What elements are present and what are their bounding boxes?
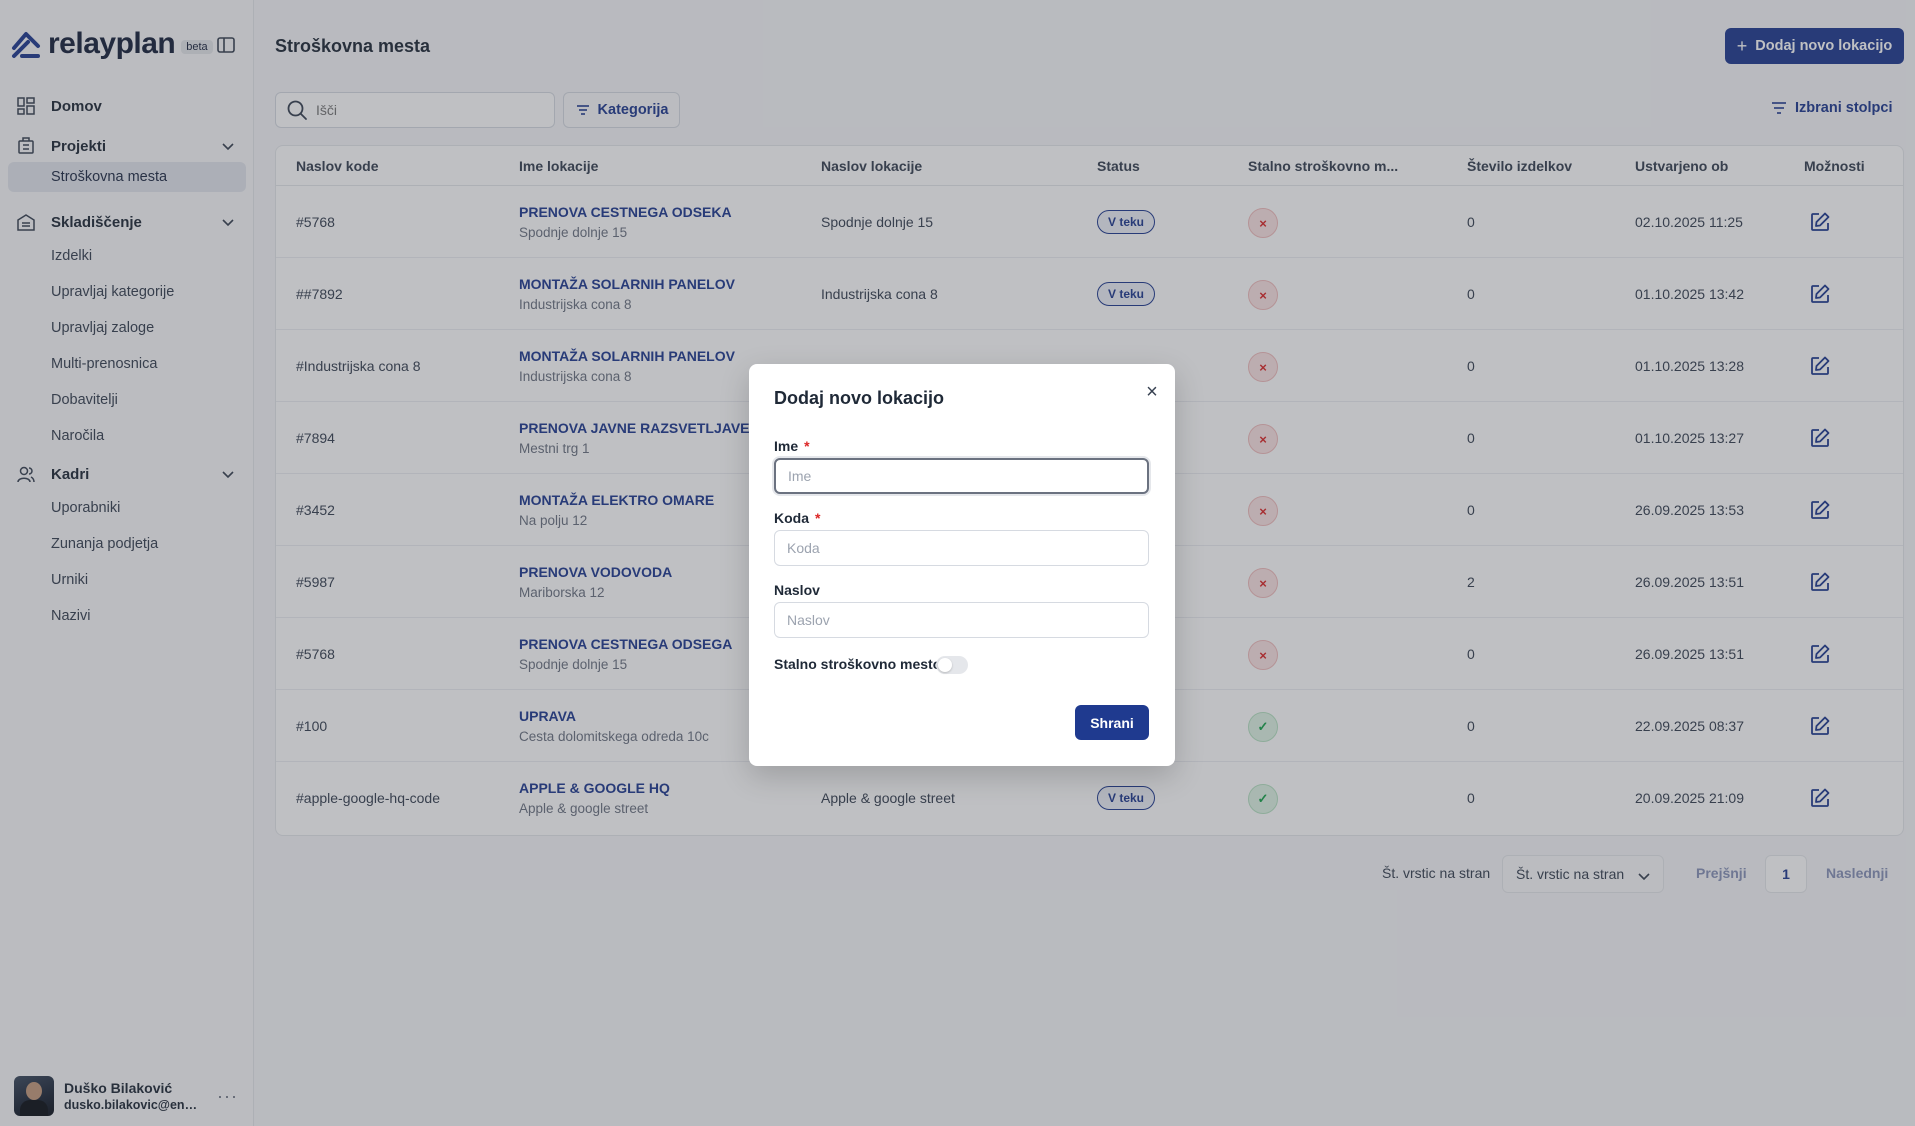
code-field[interactable] [774, 530, 1149, 566]
close-icon[interactable]: × [1142, 381, 1162, 403]
add-location-dialog: Dodaj novo lokacijo × Ime* Koda* Naslov … [749, 364, 1175, 766]
required-marker: * [815, 510, 821, 526]
address-field-label: Naslov [774, 582, 820, 598]
code-label-text: Koda [774, 510, 809, 526]
code-field-label: Koda * [774, 510, 820, 526]
permanent-toggle-label: Stalno stroškovno mesto [774, 656, 942, 672]
required-marker: * [804, 438, 810, 454]
name-label-text: Ime [774, 438, 799, 454]
permanent-toggle[interactable] [936, 656, 968, 674]
address-field[interactable] [774, 602, 1149, 638]
name-field[interactable] [774, 458, 1149, 494]
name-field-label: Ime * [774, 438, 810, 454]
save-button[interactable]: Shrani [1075, 705, 1149, 740]
dialog-title: Dodaj novo lokacijo [774, 388, 945, 408]
